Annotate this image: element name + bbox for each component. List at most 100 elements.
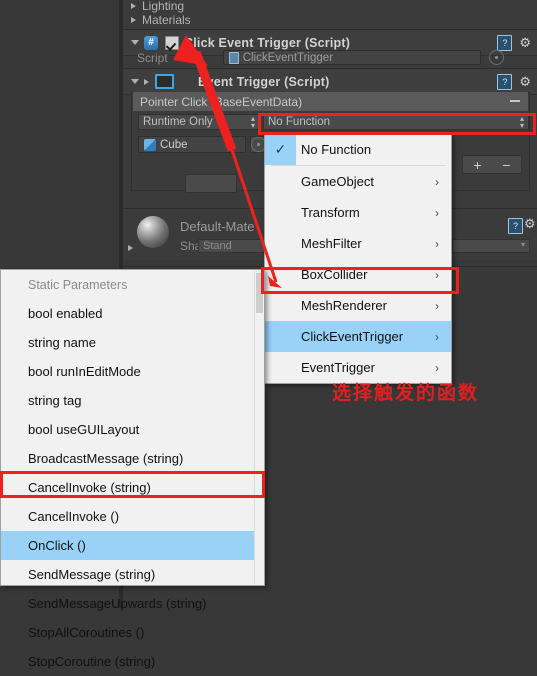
unity-editor-window: Lighting Materials # Click Event Trigger… (0, 0, 537, 669)
menu-item-label: SendMessageUpwards (string) (28, 596, 207, 611)
chevron-down-icon[interactable] (131, 40, 139, 45)
chevron-right-icon (131, 17, 136, 23)
submenu-header: Static Parameters (28, 277, 128, 292)
menu-item-sendmessage-string[interactable]: SendMessage (string) (1, 560, 264, 589)
runtime-mode-value: Runtime Only (143, 116, 213, 128)
menu-item-meshfilter[interactable]: MeshFilter › (265, 228, 451, 259)
material-name: Default-Mate (180, 219, 255, 234)
menu-item-label: OnClick () (28, 538, 86, 553)
menu-item-label: string name (28, 335, 96, 350)
menu-item-bool-runineditmode[interactable]: bool runInEditMode (1, 357, 264, 386)
menu-item-label: MeshRenderer (301, 298, 387, 313)
help-icon[interactable]: ? (497, 73, 513, 90)
check-icon: ✓ (265, 134, 296, 165)
csharp-script-icon: # (144, 35, 158, 50)
chevron-down-icon[interactable] (131, 79, 139, 84)
gear-icon[interactable]: ⚙ (519, 36, 531, 49)
remove-entry-button[interactable]: − (502, 157, 510, 173)
menu-item-stopallcoroutines[interactable]: StopAllCoroutines () (1, 618, 264, 647)
stepper-arrows-icon: ▴ ▾ (519, 114, 524, 130)
script-field-label: Script (137, 50, 168, 65)
menu-item-bool-enabled[interactable]: bool enabled (1, 299, 264, 328)
submenu-arrow-icon: › (435, 174, 439, 189)
menu-item-label: bool runInEditMode (28, 364, 141, 379)
menu-item-sendmessageupwards-string[interactable]: SendMessageUpwards (string) (1, 589, 264, 618)
event-list-footer-button[interactable] (185, 174, 237, 193)
event-entry-header-label: Pointer Click (BaseEventData) (140, 94, 303, 109)
static-parameters-submenu[interactable]: Static Parameters bool enabled string na… (0, 269, 265, 669)
menu-item-onclick[interactable]: OnClick () (1, 531, 264, 560)
target-object-value: Cube (160, 138, 188, 151)
menu-item-boxcollider[interactable]: BoxCollider › (265, 259, 451, 290)
function-context-menu[interactable]: ✓ No Function GameObject › Transform › M… (264, 133, 452, 384)
menu-item-label: bool enabled (28, 306, 103, 321)
function-dropdown-value: No Function (268, 116, 331, 128)
menu-item-label: StopCoroutine (string) (28, 654, 156, 669)
add-remove-entry-buttons[interactable]: + − (462, 155, 522, 174)
script-object-field[interactable]: ClickEventTrigger (222, 50, 481, 65)
tree-row-materials[interactable]: Materials (131, 10, 191, 30)
material-foldout-chevron-icon[interactable] (128, 238, 139, 256)
menu-item-label: StopAllCoroutines () (28, 625, 145, 640)
add-entry-button[interactable]: + (473, 157, 481, 173)
component-title: Click Event Trigger (Script) (184, 35, 351, 50)
menu-item-cancelinvoke[interactable]: CancelInvoke () (1, 502, 264, 531)
menu-item-stopcoroutine-string[interactable]: StopCoroutine (string) (1, 647, 264, 676)
help-icon[interactable]: ? (508, 218, 523, 234)
menu-item-label: BroadcastMessage (string) (28, 451, 184, 466)
submenu-arrow-icon: › (435, 205, 439, 220)
menu-item-label: bool useGUILayout (28, 422, 140, 437)
gear-icon[interactable]: ⚙ (519, 75, 531, 88)
menu-item-label: Transform (301, 205, 360, 220)
script-object-value: ClickEventTrigger (242, 51, 334, 64)
menu-item-label: EventTrigger (301, 360, 375, 375)
stepper-arrows-icon: ▴ ▾ (250, 114, 255, 130)
annotation-note: 选择触发的函数 (332, 382, 480, 404)
component-header-event-trigger[interactable]: Event Trigger (Script) ? ⚙ (123, 68, 537, 95)
chevron-right-icon (144, 78, 149, 85)
menu-item-meshrenderer[interactable]: MeshRenderer › (265, 290, 451, 321)
menu-item-string-tag[interactable]: string tag (1, 386, 264, 415)
runtime-mode-dropdown[interactable]: Runtime Only ▴ ▾ (138, 114, 260, 130)
menu-item-label: MeshFilter (301, 236, 362, 251)
menu-item-broadcastmessage-string[interactable]: BroadcastMessage (string) (1, 444, 264, 473)
menu-item-gameobject[interactable]: GameObject › (265, 166, 451, 197)
menu-item-transform[interactable]: Transform › (265, 197, 451, 228)
chevron-down-icon: ▾ (520, 240, 525, 249)
menu-item-label: CancelInvoke () (28, 509, 120, 524)
menu-item-label: SendMessage (string) (28, 567, 156, 582)
gear-icon[interactable]: ⚙ (524, 217, 536, 230)
collapse-entry-icon[interactable] (510, 100, 520, 102)
chevron-right-icon (128, 245, 133, 251)
menu-item-label: No Function (301, 142, 372, 157)
submenu-arrow-icon: › (435, 329, 439, 344)
submenu-arrow-icon: › (435, 236, 439, 251)
menu-item-bool-usegulayout[interactable]: bool useGUILayout (1, 415, 264, 444)
shader-value: Stand (203, 240, 232, 252)
component-title: Event Trigger (Script) (198, 74, 330, 89)
submenu-scrollbar-thumb[interactable] (256, 273, 263, 313)
menu-item-label: CancelInvoke (string) (28, 480, 151, 495)
target-object-field[interactable]: Cube (138, 136, 246, 153)
event-entry-header[interactable]: Pointer Click (BaseEventData) (133, 92, 528, 111)
function-dropdown[interactable]: No Function ▴ ▾ (263, 114, 529, 130)
chevron-right-icon (131, 3, 136, 9)
shader-dropdown-field[interactable]: ▾ (452, 239, 530, 253)
submenu-scrollbar[interactable] (254, 271, 264, 584)
menu-item-string-name[interactable]: string name (1, 328, 264, 357)
event-trigger-icon (155, 74, 174, 89)
submenu-arrow-icon: › (435, 360, 439, 375)
material-preview-sphere (137, 216, 169, 248)
submenu-arrow-icon: › (435, 298, 439, 313)
menu-item-label: BoxCollider (301, 267, 368, 282)
menu-item-label: ClickEventTrigger (301, 329, 404, 344)
menu-item-label: GameObject (301, 174, 374, 189)
script-asset-icon (228, 51, 239, 64)
menu-item-cancelinvoke-string[interactable]: CancelInvoke (string) (1, 473, 264, 502)
menu-item-no-function[interactable]: ✓ No Function (265, 134, 451, 165)
object-picker-icon[interactable] (488, 50, 504, 65)
component-enabled-checkbox[interactable] (165, 35, 179, 50)
menu-item-label: string tag (28, 393, 82, 408)
menu-item-clickeventtrigger[interactable]: ClickEventTrigger › (265, 321, 451, 352)
submenu-arrow-icon: › (435, 267, 439, 282)
